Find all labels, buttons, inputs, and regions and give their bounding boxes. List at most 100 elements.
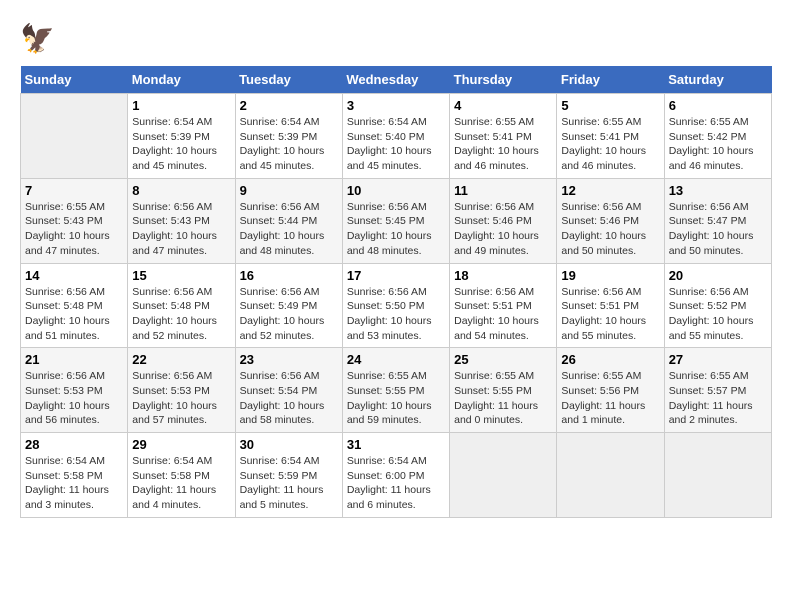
calendar-cell: 9 Sunrise: 6:56 AMSunset: 5:44 PMDaylight…: [235, 178, 342, 263]
calendar-cell: 19Sunrise: 6:56 AMSunset: 5:51 PMDayligh…: [557, 263, 664, 348]
calendar-cell: 16 Sunrise: 6:56 AMSunset: 5:49 PMDayligh…: [235, 263, 342, 348]
cell-info: Sunrise: 6:56 AMSunset: 5:50 PMDaylight:…: [347, 285, 445, 344]
date-number: 18: [454, 268, 552, 283]
date-number: 31: [347, 437, 445, 452]
date-number: 11: [454, 183, 552, 198]
cell-info: Sunrise: 6:54 AMSunset: 5:58 PMDaylight:…: [25, 454, 123, 513]
calendar-cell: 28 Sunrise: 6:54 AMSunset: 5:58 PMDayligh…: [21, 433, 128, 518]
cell-info: Sunrise: 6:54 AMSunset: 6:00 PMDaylight:…: [347, 454, 445, 513]
calendar-cell: 27 Sunrise: 6:55 AMSunset: 5:57 PMDayligh…: [664, 348, 771, 433]
date-number: 21: [25, 352, 123, 367]
calendar-cell: [450, 433, 557, 518]
cell-info: Sunrise: 6:56 AMSunset: 5:53 PMDaylight:…: [132, 369, 230, 428]
calendar-cell: 18Sunrise: 6:56 AMSunset: 5:51 PMDayligh…: [450, 263, 557, 348]
date-number: 13: [669, 183, 767, 198]
calendar-cell: 2 Sunrise: 6:54 AMSunset: 5:39 PMDaylight…: [235, 94, 342, 179]
calendar-cell: 5 Sunrise: 6:55 AMSunset: 5:41 PMDaylight…: [557, 94, 664, 179]
date-number: 20: [669, 268, 767, 283]
cell-info: Sunrise: 6:55 AMSunset: 5:42 PMDaylight:…: [669, 115, 767, 174]
date-number: 30: [240, 437, 338, 452]
date-number: 7: [25, 183, 123, 198]
date-number: 27: [669, 352, 767, 367]
day-header-saturday: Saturday: [664, 66, 771, 94]
cell-info: Sunrise: 6:55 AMSunset: 5:55 PMDaylight:…: [454, 369, 552, 428]
date-number: 22: [132, 352, 230, 367]
date-number: 15: [132, 268, 230, 283]
date-number: 9: [240, 183, 338, 198]
cell-info: Sunrise: 6:54 AMSunset: 5:40 PMDaylight:…: [347, 115, 445, 174]
cell-info: Sunrise: 6:55 AMSunset: 5:43 PMDaylight:…: [25, 200, 123, 259]
cell-info: Sunrise: 6:56 AMSunset: 5:49 PMDaylight:…: [240, 285, 338, 344]
calendar-cell: 22 Sunrise: 6:56 AMSunset: 5:53 PMDayligh…: [128, 348, 235, 433]
cell-info: Sunrise: 6:54 AMSunset: 5:39 PMDaylight:…: [132, 115, 230, 174]
cell-info: Sunrise: 6:55 AMSunset: 5:55 PMDaylight:…: [347, 369, 445, 428]
date-number: 24: [347, 352, 445, 367]
cell-info: Sunrise: 6:55 AMSunset: 5:57 PMDaylight:…: [669, 369, 767, 428]
cell-info: Sunrise: 6:54 AMSunset: 5:59 PMDaylight:…: [240, 454, 338, 513]
calendar-cell: 17 Sunrise: 6:56 AMSunset: 5:50 PMDayligh…: [342, 263, 449, 348]
cell-info: Sunrise: 6:56 AMSunset: 5:45 PMDaylight:…: [347, 200, 445, 259]
logo: 🦅: [20, 20, 60, 56]
calendar-cell: 21 Sunrise: 6:56 AMSunset: 5:53 PMDayligh…: [21, 348, 128, 433]
calendar-week-3: 14 Sunrise: 6:56 AMSunset: 5:48 PMDayligh…: [21, 263, 772, 348]
calendar-week-5: 28 Sunrise: 6:54 AMSunset: 5:58 PMDayligh…: [21, 433, 772, 518]
calendar-cell: 25 Sunrise: 6:55 AMSunset: 5:55 PMDayligh…: [450, 348, 557, 433]
date-number: 17: [347, 268, 445, 283]
day-header-monday: Monday: [128, 66, 235, 94]
date-number: 25: [454, 352, 552, 367]
date-number: 2: [240, 98, 338, 113]
calendar-cell: 10 Sunrise: 6:56 AMSunset: 5:45 PMDayligh…: [342, 178, 449, 263]
date-number: 10: [347, 183, 445, 198]
calendar-cell: 12 Sunrise: 6:56 AMSunset: 5:46 PMDayligh…: [557, 178, 664, 263]
calendar-cell: 6 Sunrise: 6:55 AMSunset: 5:42 PMDaylight…: [664, 94, 771, 179]
date-number: 6: [669, 98, 767, 113]
calendar-cell: 23 Sunrise: 6:56 AMSunset: 5:54 PMDayligh…: [235, 348, 342, 433]
cell-info: Sunrise: 6:55 AMSunset: 5:56 PMDaylight:…: [561, 369, 659, 428]
calendar-header-row: SundayMondayTuesdayWednesdayThursdayFrid…: [21, 66, 772, 94]
cell-info: Sunrise: 6:56 AMSunset: 5:43 PMDaylight:…: [132, 200, 230, 259]
calendar-week-4: 21 Sunrise: 6:56 AMSunset: 5:53 PMDayligh…: [21, 348, 772, 433]
calendar-cell: 30 Sunrise: 6:54 AMSunset: 5:59 PMDayligh…: [235, 433, 342, 518]
day-header-thursday: Thursday: [450, 66, 557, 94]
cell-info: Sunrise: 6:55 AMSunset: 5:41 PMDaylight:…: [454, 115, 552, 174]
calendar-cell: 13 Sunrise: 6:56 AMSunset: 5:47 PMDayligh…: [664, 178, 771, 263]
calendar-cell: 29 Sunrise: 6:54 AMSunset: 5:58 PMDayligh…: [128, 433, 235, 518]
cell-info: Sunrise: 6:56 AMSunset: 5:53 PMDaylight:…: [25, 369, 123, 428]
cell-info: Sunrise: 6:54 AMSunset: 5:58 PMDaylight:…: [132, 454, 230, 513]
calendar-cell: 3 Sunrise: 6:54 AMSunset: 5:40 PMDaylight…: [342, 94, 449, 179]
cell-info: Sunrise: 6:56 AMSunset: 5:44 PMDaylight:…: [240, 200, 338, 259]
date-number: 3: [347, 98, 445, 113]
cell-info: Sunrise: 6:54 AMSunset: 5:39 PMDaylight:…: [240, 115, 338, 174]
calendar-cell: 15 Sunrise: 6:56 AMSunset: 5:48 PMDayligh…: [128, 263, 235, 348]
cell-info: Sunrise: 6:56 AMSunset: 5:52 PMDaylight:…: [669, 285, 767, 344]
day-header-friday: Friday: [557, 66, 664, 94]
date-number: 4: [454, 98, 552, 113]
calendar-cell: 11 Sunrise: 6:56 AMSunset: 5:46 PMDayligh…: [450, 178, 557, 263]
date-number: 8: [132, 183, 230, 198]
date-number: 29: [132, 437, 230, 452]
date-number: 12: [561, 183, 659, 198]
cell-info: Sunrise: 6:56 AMSunset: 5:48 PMDaylight:…: [25, 285, 123, 344]
calendar-cell: 7 Sunrise: 6:55 AMSunset: 5:43 PMDaylight…: [21, 178, 128, 263]
date-number: 23: [240, 352, 338, 367]
cell-info: Sunrise: 6:56 AMSunset: 5:48 PMDaylight:…: [132, 285, 230, 344]
cell-info: Sunrise: 6:56 AMSunset: 5:54 PMDaylight:…: [240, 369, 338, 428]
calendar-week-1: 1Sunrise: 6:54 AMSunset: 5:39 PMDaylight…: [21, 94, 772, 179]
cell-info: Sunrise: 6:56 AMSunset: 5:46 PMDaylight:…: [454, 200, 552, 259]
cell-info: Sunrise: 6:56 AMSunset: 5:47 PMDaylight:…: [669, 200, 767, 259]
logo-bird-icon: 🦅: [20, 20, 56, 56]
day-header-tuesday: Tuesday: [235, 66, 342, 94]
cell-info: Sunrise: 6:55 AMSunset: 5:41 PMDaylight:…: [561, 115, 659, 174]
date-number: 14: [25, 268, 123, 283]
calendar-cell: [21, 94, 128, 179]
date-number: 16: [240, 268, 338, 283]
cell-info: Sunrise: 6:56 AMSunset: 5:46 PMDaylight:…: [561, 200, 659, 259]
calendar-table: SundayMondayTuesdayWednesdayThursdayFrid…: [20, 66, 772, 518]
calendar-week-2: 7 Sunrise: 6:55 AMSunset: 5:43 PMDaylight…: [21, 178, 772, 263]
calendar-cell: [664, 433, 771, 518]
svg-text:🦅: 🦅: [20, 21, 55, 55]
date-number: 5: [561, 98, 659, 113]
calendar-cell: 4 Sunrise: 6:55 AMSunset: 5:41 PMDaylight…: [450, 94, 557, 179]
calendar-cell: [557, 433, 664, 518]
date-number: 28: [25, 437, 123, 452]
